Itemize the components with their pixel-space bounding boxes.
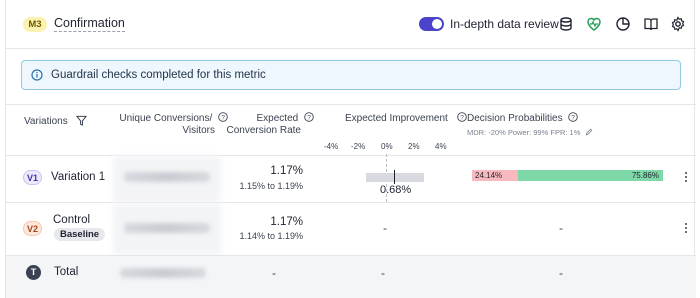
tick-label: 0% (381, 142, 393, 151)
filter-icon[interactable] (75, 115, 87, 126)
total-improvement: - (381, 266, 385, 280)
metric-card: M3 Confirmation In-depth data review Gua… (5, 0, 696, 298)
conversion-rate-range: 1.15% to 1.19% (239, 181, 303, 191)
metric-header: M3 Confirmation In-depth data review (6, 0, 696, 48)
table-top-divider (6, 104, 696, 105)
col-improvement-label: Expected Improvement (345, 113, 448, 124)
col-decision-probabilities: Decision Probabilities ? (467, 112, 579, 125)
col-variations-label: Variations (24, 116, 68, 127)
header-row-divider (6, 155, 696, 156)
svg-text:?: ? (572, 114, 576, 121)
conversions-value-blurred (124, 223, 210, 233)
conversion-rate: 1.17% (270, 165, 303, 177)
in-depth-review-toggle[interactable] (419, 17, 444, 31)
edit-pencil-icon[interactable] (585, 128, 593, 136)
total-badge: T (26, 265, 41, 280)
variation-badge: V1 (23, 170, 42, 185)
col-expected-line2: Conversion Rate (226, 125, 301, 136)
svg-text:?: ? (307, 114, 311, 121)
conversions-value-blurred (124, 172, 210, 182)
row-menu-button[interactable] (681, 221, 691, 235)
database-icon[interactable] (558, 16, 574, 32)
improvement-marker (394, 170, 395, 184)
col-decision-label: Decision Probabilities (467, 113, 563, 124)
col-expected-line1: Expected (256, 113, 299, 124)
conversion-rate: 1.17% (270, 216, 303, 228)
conversions-value-blurred (120, 268, 206, 278)
total-label: Total (54, 266, 79, 278)
toggle-label: In-depth data review (450, 17, 559, 31)
total-rate: - (272, 266, 276, 280)
row-menu-button[interactable] (681, 170, 691, 184)
alert-text: Guardrail checks completed for this metr… (51, 69, 266, 81)
tick-label: -4% (324, 142, 339, 151)
variation-name[interactable]: Variation 1 (51, 171, 105, 183)
header-divider (6, 48, 696, 49)
decision-value: - (559, 221, 563, 235)
metric-title[interactable]: Confirmation (54, 16, 125, 32)
probability-win-label: 75.86% (631, 171, 659, 180)
row-divider (6, 202, 696, 203)
col-variations[interactable]: Variations (24, 115, 87, 128)
settings-icon[interactable] (670, 16, 686, 32)
help-icon[interactable]: ? (568, 112, 579, 122)
probability-lose-label: 24.14% (475, 171, 503, 180)
tick-label: 2% (408, 142, 420, 151)
decision-caption: MDR: -20% Power: 99% FPR: 1% (467, 128, 593, 137)
variation-badge: V2 (23, 221, 42, 236)
baseline-badge: Baseline (54, 228, 106, 241)
toggle-knob (432, 19, 442, 29)
info-icon (31, 69, 43, 81)
heart-pulse-icon[interactable] (586, 16, 602, 32)
guardrail-alert: Guardrail checks completed for this metr… (21, 60, 681, 90)
col-expected-improvement: Expected Improvement ? (345, 112, 467, 125)
tick-label: -2% (351, 142, 366, 151)
total-row (6, 256, 696, 298)
improvement-interval (366, 173, 424, 182)
decision-probability-bar: 24.14% 75.86% (472, 170, 663, 181)
col-unique-line1: Unique Conversions/ (119, 113, 213, 124)
pie-chart-icon[interactable] (615, 16, 631, 32)
tick-label: 4% (435, 142, 447, 151)
improvement-value: 0.68% (380, 184, 412, 196)
decision-caption-text: MDR: -20% Power: 99% FPR: 1% (467, 128, 581, 137)
help-icon[interactable]: ? (304, 112, 314, 122)
variation-name[interactable]: Control (53, 214, 90, 226)
help-icon[interactable]: ? (456, 112, 467, 122)
svg-text:?: ? (460, 114, 464, 121)
total-decision: - (559, 266, 563, 280)
conversion-rate-range: 1.14% to 1.19% (239, 231, 303, 241)
book-icon[interactable] (643, 16, 659, 32)
metric-badge: M3 (23, 17, 47, 32)
row-divider (6, 255, 696, 256)
improvement-value: - (383, 221, 387, 235)
col-expected-rate: Expected ? Conversion Rate (206, 112, 314, 137)
